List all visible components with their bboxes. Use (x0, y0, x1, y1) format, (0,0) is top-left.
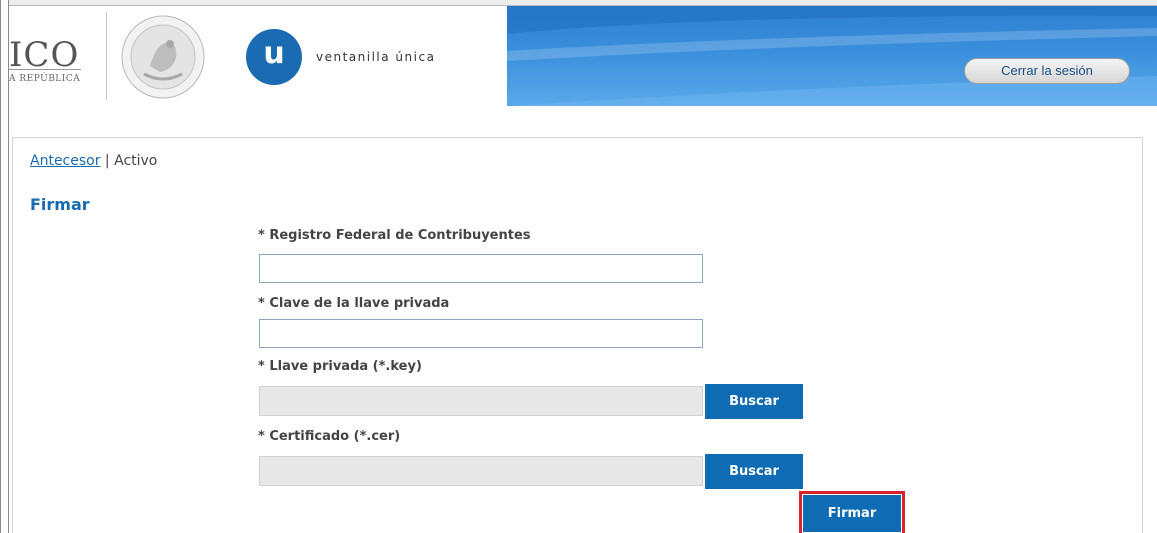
government-brand-text: ICO (9, 35, 80, 75)
private-key-file-field[interactable] (259, 386, 703, 416)
main-content: Antecesor | Activo Firmar * Registro Fed… (12, 137, 1143, 533)
app-name: ventanilla única (316, 50, 436, 64)
rfc-label: * Registro Federal de Contribuyentes (258, 228, 531, 243)
private-key-password-label: * Clave de la llave privada (258, 296, 450, 311)
site-header: ICO A REPÚBLICA u ventanilla única Cerra… (9, 6, 1157, 106)
private-key-browse-button[interactable]: Buscar (705, 384, 803, 419)
government-brand-subtext: A REPÚBLICA (9, 74, 81, 84)
breadcrumb: Antecesor | Activo (30, 153, 157, 169)
government-brand-rule (9, 69, 81, 70)
banner-swoosh-graphic (507, 6, 1157, 106)
logout-button[interactable]: Cerrar la sesión (964, 58, 1130, 84)
breadcrumb-link-antecesor[interactable]: Antecesor (30, 153, 100, 169)
sign-button[interactable]: Firmar (803, 495, 901, 532)
certificate-file-label: * Certificado (*.cer) (258, 429, 401, 444)
private-key-file-label: * Llave privada (*.key) (258, 359, 422, 374)
certificate-browse-button[interactable]: Buscar (705, 454, 803, 489)
breadcrumb-separator: | (100, 153, 115, 169)
ventanilla-logo-icon: u (246, 29, 302, 85)
certificate-file-field[interactable] (259, 456, 703, 486)
page-title: Firmar (30, 195, 90, 214)
national-seal-icon (121, 15, 205, 99)
window-left-edge (0, 0, 9, 533)
header-divider (106, 12, 107, 100)
private-key-password-input[interactable] (259, 319, 703, 348)
header-banner (507, 6, 1157, 106)
breadcrumb-current: Activo (114, 153, 158, 169)
rfc-input[interactable] (259, 254, 703, 283)
